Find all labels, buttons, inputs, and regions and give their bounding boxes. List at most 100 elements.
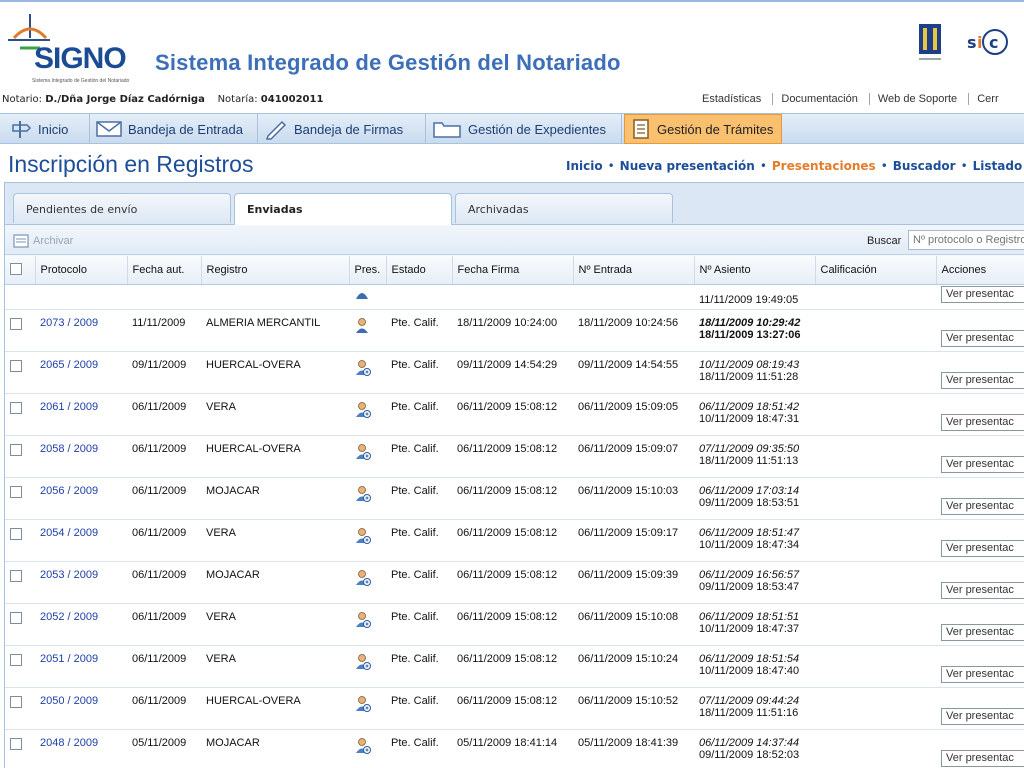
col-fecha-firma[interactable]: Fecha Firma <box>452 256 574 285</box>
ver-presentacion-button[interactable]: Ver presentac <box>941 413 1024 431</box>
link-web-soporte[interactable]: Web de Soporte <box>868 93 966 105</box>
asiento-date: 06/11/2009 18:51:47 <box>699 526 800 539</box>
col-n-entrada[interactable]: Nº Entrada <box>573 256 695 285</box>
ver-presentacion-button[interactable]: Ver presentac <box>941 329 1024 347</box>
archivar-label: Archivar <box>33 235 74 247</box>
ver-presentacion-button[interactable]: Ver presentac <box>941 707 1024 725</box>
link-cerrar[interactable]: Cerr <box>968 93 1007 105</box>
fecha-firma-cell: 18/11/2009 10:24:00 <box>452 309 573 352</box>
row-checkbox[interactable] <box>10 485 22 498</box>
row-select-cell <box>5 477 35 520</box>
ver-presentacion-button[interactable]: Ver presentac <box>941 371 1024 389</box>
tab-archivadas[interactable]: Archivadas <box>455 193 673 223</box>
presenter-user-icon <box>356 653 371 670</box>
link-estadisticas[interactable]: Estadísticas <box>694 93 769 105</box>
link-documentacion[interactable]: Documentación <box>772 93 866 105</box>
archivar-button[interactable]: Archivar <box>13 233 73 249</box>
tab-pendientes-envio[interactable]: Pendientes de envío <box>13 193 231 223</box>
table-row[interactable]: 2053 / 2009 06/11/2009 MOJACAR Pte. Calif. 0… <box>5 561 1024 604</box>
folder-icon <box>433 122 461 138</box>
table-row[interactable]: 2065 / 2009 09/11/2009 HUERCAL-OVERA Pte. C… <box>5 351 1024 394</box>
protocolo-link[interactable]: 2054 / 2009 <box>40 527 98 539</box>
protocolo-link[interactable]: 2061 / 2009 <box>40 401 98 413</box>
protocolo-link[interactable]: 2050 / 2009 <box>40 695 98 707</box>
search-input[interactable] <box>908 230 1024 250</box>
protocolo-link[interactable]: 2053 / 2009 <box>40 569 98 581</box>
protocolo-link[interactable]: 2056 / 2009 <box>40 485 98 497</box>
ver-presentacion-button[interactable]: Ver presentac <box>941 665 1024 683</box>
row-checkbox[interactable] <box>10 611 22 624</box>
protocolo-cell: 2050 / 2009 <box>35 687 127 730</box>
row-checkbox[interactable] <box>10 359 22 372</box>
asiento-cell: 11/11/2009 19:49:05 <box>694 284 815 310</box>
select-all-header[interactable] <box>5 256 36 285</box>
col-fecha-aut[interactable]: Fecha aut. <box>127 256 202 285</box>
ver-presentacion-button[interactable]: Ver presentac <box>941 623 1024 641</box>
breadcrumb-buscador[interactable]: Buscador <box>893 159 956 173</box>
row-checkbox[interactable] <box>10 737 22 750</box>
ver-presentacion-button[interactable]: Ver presentac <box>941 285 1024 303</box>
ver-presentacion-button[interactable]: Ver presentac <box>941 539 1024 557</box>
fecha-aut-cell: 06/11/2009 <box>127 645 201 688</box>
row-checkbox[interactable] <box>10 443 22 456</box>
breadcrumb-nueva-presentacion[interactable]: Nueva presentación <box>620 159 755 173</box>
nav-gestion-tramites[interactable]: Gestión de Trámites <box>624 114 782 144</box>
registro-cell: HUERCAL-OVERA <box>201 687 349 730</box>
protocolo-link[interactable]: 2048 / 2009 <box>40 737 98 749</box>
col-calificacion[interactable]: Calificación <box>815 256 937 285</box>
table-row[interactable]: 2050 / 2009 06/11/2009 HUERCAL-OVERA Pte. C… <box>5 687 1024 730</box>
calificacion-cell <box>815 393 936 436</box>
fecha-aut-cell: 06/11/2009 <box>127 687 201 730</box>
col-registro[interactable]: Registro <box>201 256 350 285</box>
ver-presentacion-button[interactable]: Ver presentac <box>941 581 1024 599</box>
col-acciones: Acciones <box>936 256 1024 285</box>
breadcrumb-inicio[interactable]: Inicio <box>566 159 603 173</box>
table-row[interactable]: 2048 / 2009 05/11/2009 MOJACAR Pte. Calif. 0… <box>5 729 1024 768</box>
ver-presentacion-button[interactable]: Ver presentac <box>941 455 1024 473</box>
row-checkbox[interactable] <box>10 401 22 414</box>
protocolo-link[interactable]: 2058 / 2009 <box>40 443 98 455</box>
actions-cell: Ver presentac <box>936 477 1024 520</box>
table-row[interactable]: 2058 / 2009 06/11/2009 HUERCAL-OVERA Pte. C… <box>5 435 1024 478</box>
col-estado[interactable]: Estado <box>386 256 453 285</box>
col-n-asiento[interactable]: Nº Asiento <box>694 256 816 285</box>
tab-enviadas[interactable]: Enviadas <box>234 193 452 225</box>
table-row[interactable]: 2054 / 2009 06/11/2009 VERA Pte. Calif. 06/1… <box>5 519 1024 562</box>
row-checkbox[interactable] <box>10 317 22 330</box>
table-row[interactable]: 2052 / 2009 06/11/2009 VERA Pte. Calif. 06/1… <box>5 603 1024 646</box>
row-checkbox[interactable] <box>10 653 22 666</box>
ver-presentacion-button[interactable]: Ver presentac <box>941 749 1024 767</box>
signo-logo[interactable]: SIGNO Sistema Integrado de Gestión del N… <box>6 12 132 84</box>
nav-inicio[interactable]: Inicio <box>4 114 90 144</box>
breadcrumb-presentaciones[interactable]: Presentaciones <box>772 159 876 173</box>
estado-cell: Pte. Calif. <box>386 477 452 520</box>
protocolo-link[interactable]: 2052 / 2009 <box>40 611 98 623</box>
row-checkbox[interactable] <box>10 569 22 582</box>
nav-bandeja-entrada[interactable]: Bandeja de Entrada <box>90 114 258 144</box>
row-checkbox[interactable] <box>10 695 22 708</box>
protocolo-cell: 2073 / 2009 <box>35 309 127 352</box>
protocolo-link[interactable]: 2073 / 2009 <box>40 317 98 329</box>
row-checkbox[interactable] <box>10 527 22 540</box>
document-list-icon <box>633 119 649 139</box>
asiento-cell: 07/11/2009 09:35:50 18/11/2009 11:51:13 <box>694 435 815 478</box>
table-row[interactable]: 2061 / 2009 06/11/2009 VERA Pte. Calif. 06/1… <box>5 393 1024 436</box>
entrada-cell: 06/11/2009 15:10:24 <box>573 645 694 688</box>
col-protocolo[interactable]: Protocolo <box>35 256 128 285</box>
protocolo-link[interactable]: 2051 / 2009 <box>40 653 98 665</box>
nav-bandeja-firmas[interactable]: Bandeja de Firmas <box>258 114 426 144</box>
table-row[interactable]: 2073 / 2009 11/11/2009 ALMERIA MERCANTIL Pt… <box>5 309 1024 352</box>
table-row[interactable]: 2051 / 2009 06/11/2009 VERA Pte. Calif. 06/1… <box>5 645 1024 688</box>
col-pres[interactable]: Pres. <box>349 256 387 285</box>
asiento-time: 10/11/2009 18:47:40 <box>699 664 800 677</box>
presenter-user-icon <box>356 569 371 586</box>
svg-text:c: c <box>989 33 998 52</box>
table-row[interactable]: 2056 / 2009 06/11/2009 MOJACAR Pte. Calif. 0… <box>5 477 1024 520</box>
nav-gestion-expedientes[interactable]: Gestión de Expedientes <box>426 114 622 144</box>
asiento-time: 09/11/2009 18:53:47 <box>699 580 800 593</box>
ver-presentacion-button[interactable]: Ver presentac <box>941 497 1024 515</box>
envelope-icon <box>96 121 122 137</box>
breadcrumb-listado[interactable]: Listado de I <box>973 159 1024 173</box>
select-all-checkbox[interactable] <box>10 262 22 275</box>
protocolo-link[interactable]: 2065 / 2009 <box>40 359 98 371</box>
